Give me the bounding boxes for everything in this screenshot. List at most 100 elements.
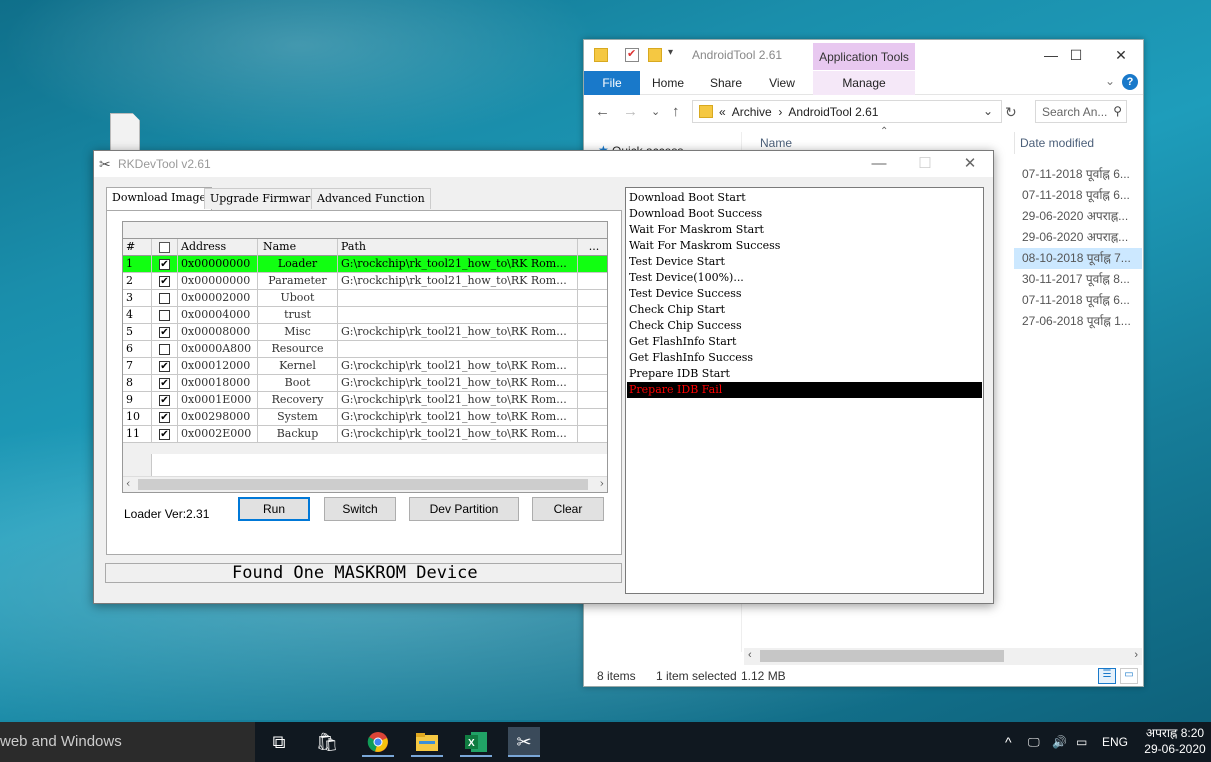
file-row-date[interactable]: 30-11-2017 पूर्वाह्न 8... (1014, 269, 1142, 290)
properties-icon[interactable] (625, 47, 639, 62)
scroll-right-icon[interactable]: › (600, 477, 604, 490)
file-row-date[interactable]: 29-06-2020 अपराह्न... (1014, 206, 1142, 227)
row-path[interactable]: G:\rockchip\rk_tool21_how_to\RK Rom... (338, 324, 578, 341)
clock[interactable]: अपराह्न 8:20 29-06-2020 (1140, 725, 1210, 757)
address-dropdown-icon[interactable]: ⌄ (983, 104, 993, 118)
table-row[interactable]: 9 ✔ 0x0001E000 Recovery G:\rockchip\rk_tool2… (123, 392, 607, 409)
row-address[interactable]: 0x0002E000 (178, 426, 258, 443)
row-address[interactable]: 0x00002000 (178, 290, 258, 307)
row-address[interactable]: 0x00004000 (178, 307, 258, 324)
qat-dropdown-icon[interactable]: ▾ (668, 47, 673, 58)
row-checkbox-cell[interactable] (152, 341, 178, 358)
table-horizontal-scrollbar[interactable]: ‹ › (123, 476, 607, 492)
scroll-right-icon[interactable]: › (1134, 649, 1138, 661)
row-checkbox-cell[interactable]: ✔ (152, 392, 178, 409)
row-checkbox[interactable]: ✔ (159, 378, 170, 389)
row-checkbox[interactable]: ✔ (159, 259, 170, 270)
row-browse[interactable] (578, 358, 607, 375)
table-row[interactable]: 2 ✔ 0x00000000 Parameter G:\rockchip\rk_tool… (123, 273, 607, 290)
row-checkbox[interactable] (159, 310, 170, 321)
table-row[interactable]: 8 ✔ 0x00018000 Boot G:\rockchip\rk_tool21_ho… (123, 375, 607, 392)
up-icon[interactable]: ↑ (672, 103, 680, 120)
volume-icon[interactable]: 🔊 (1052, 722, 1067, 762)
row-checkbox-cell[interactable] (152, 290, 178, 307)
row-checkbox[interactable]: ✔ (159, 327, 170, 338)
tab-file[interactable]: File (584, 71, 640, 95)
row-checkbox-cell[interactable]: ✔ (152, 358, 178, 375)
row-browse[interactable] (578, 392, 607, 409)
row-path[interactable]: G:\rockchip\rk_tool21_how_to\RK Rom... (338, 375, 578, 392)
help-icon[interactable]: ? (1122, 74, 1138, 90)
header-checkbox[interactable] (152, 239, 178, 256)
row-path[interactable]: G:\rockchip\rk_tool21_how_to\RK Rom... (338, 256, 578, 273)
file-explorer-icon[interactable] (411, 727, 443, 757)
row-checkbox-cell[interactable]: ✔ (152, 409, 178, 426)
row-path[interactable] (338, 341, 578, 358)
row-path[interactable] (338, 307, 578, 324)
tab-manage[interactable]: Manage (813, 71, 915, 95)
explorer-horizontal-scrollbar[interactable]: ‹ › (744, 648, 1142, 665)
row-browse[interactable] (578, 426, 607, 443)
file-row-date[interactable]: 07-11-2018 पूर्वाह्न 6... (1014, 185, 1142, 206)
table-row[interactable]: 11 ✔ 0x0002E000 Backup G:\rockchip\rk_tool21… (123, 426, 607, 443)
refresh-icon[interactable]: ↻ (1005, 104, 1017, 121)
row-address[interactable]: 0x00008000 (178, 324, 258, 341)
row-address[interactable]: 0x0000A800 (178, 341, 258, 358)
row-checkbox-cell[interactable]: ✔ (152, 324, 178, 341)
row-path[interactable] (338, 290, 578, 307)
row-browse[interactable] (578, 273, 607, 290)
rk-minimize-button[interactable]: — (856, 153, 902, 175)
forward-icon[interactable]: → (623, 103, 638, 120)
taskbar-search[interactable]: web and Windows (0, 722, 255, 762)
language-indicator[interactable]: ENG (1102, 722, 1128, 762)
battery-icon[interactable]: ▭ (1076, 722, 1087, 762)
file-row-date-selected[interactable]: 08-10-2018 पूर्वाह्न 7... (1014, 248, 1142, 269)
row-browse[interactable] (578, 290, 607, 307)
row-browse[interactable] (578, 307, 607, 324)
row-checkbox[interactable]: ✔ (159, 429, 170, 440)
chrome-icon[interactable] (362, 727, 394, 757)
row-path[interactable]: G:\rockchip\rk_tool21_how_to\RK Rom... (338, 273, 578, 290)
file-row-date[interactable]: 07-11-2018 पूर्वाह्न 6... (1014, 164, 1142, 185)
task-view-icon[interactable]: ⧉ (263, 727, 295, 757)
details-view-icon[interactable]: ☰ (1098, 668, 1116, 684)
row-checkbox-cell[interactable]: ✔ (152, 426, 178, 443)
recent-locations-icon[interactable]: ⌄ (651, 105, 660, 118)
scrollbar-thumb[interactable] (760, 650, 1004, 662)
table-row[interactable]: 10 ✔ 0x00298000 System G:\rockchip\rk_tool21… (123, 409, 607, 426)
breadcrumb-prefix[interactable]: « (719, 105, 726, 119)
ribbon-expand-icon[interactable]: ⌄ (1105, 74, 1115, 88)
switch-button[interactable]: Switch (324, 497, 396, 521)
scroll-left-icon[interactable]: ‹ (126, 477, 130, 490)
breadcrumb-androidtool[interactable]: AndroidTool 2.61 (788, 105, 878, 119)
tab-view[interactable]: View (756, 71, 808, 95)
row-browse[interactable] (578, 256, 607, 273)
column-date-header[interactable]: Date modified (1020, 136, 1094, 150)
new-folder-icon[interactable] (648, 48, 662, 62)
row-browse[interactable] (578, 375, 607, 392)
row-browse[interactable] (578, 341, 607, 358)
file-row-date[interactable]: 29-06-2020 अपराह्न... (1014, 227, 1142, 248)
row-address[interactable]: 0x00018000 (178, 375, 258, 392)
row-checkbox[interactable]: ✔ (159, 412, 170, 423)
row-checkbox-cell[interactable]: ✔ (152, 273, 178, 290)
table-row[interactable]: 1 ✔ 0x00000000 Loader G:\rockchip\rk_tool21_… (123, 256, 607, 273)
row-checkbox-cell[interactable] (152, 307, 178, 324)
row-path[interactable]: G:\rockchip\rk_tool21_how_to\RK Rom... (338, 358, 578, 375)
large-icons-view-icon[interactable]: ▭ (1120, 668, 1138, 684)
excel-icon[interactable]: X (460, 727, 492, 757)
row-address[interactable]: 0x00012000 (178, 358, 258, 375)
row-address[interactable]: 0x00000000 (178, 256, 258, 273)
table-row[interactable]: 5 ✔ 0x00008000 Misc G:\rockchip\rk_tool21_ho… (123, 324, 607, 341)
tab-home[interactable]: Home (640, 71, 696, 95)
tab-upgrade-firmware[interactable]: Upgrade Firmware (204, 188, 323, 209)
column-separator[interactable] (1014, 132, 1015, 154)
row-checkbox[interactable] (159, 293, 170, 304)
row-path[interactable]: G:\rockchip\rk_tool21_how_to\RK Rom... (338, 392, 578, 409)
dev-partition-button[interactable]: Dev Partition (409, 497, 519, 521)
table-row[interactable]: 6 0x0000A800 Resource (123, 341, 607, 358)
row-address[interactable]: 0x0001E000 (178, 392, 258, 409)
rkdevtool-icon[interactable]: ✂ (508, 727, 540, 757)
store-icon[interactable]: 🛍 (311, 727, 343, 757)
row-browse[interactable] (578, 409, 607, 426)
